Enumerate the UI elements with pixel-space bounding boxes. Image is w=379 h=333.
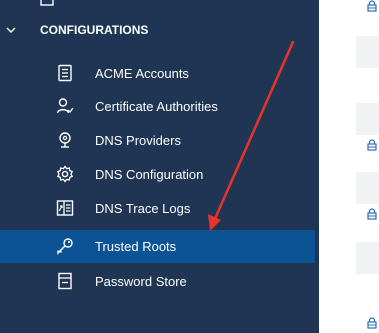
section-header-configurations[interactable]: CONFIGURATIONS (0, 16, 319, 44)
sidebar-item-dns-providers[interactable]: DNS Providers (0, 124, 315, 157)
lock-icon (367, 0, 377, 12)
sidebar-item-label: Password Store (95, 274, 187, 289)
location-pin-icon (59, 132, 71, 148)
lock-icon (367, 208, 377, 220)
table-row[interactable] (356, 103, 379, 135)
chevron-down-icon (6, 27, 16, 33)
sidebar: CONFIGURATIONS ACME Accounts Certificate… (0, 0, 319, 333)
trace-log-icon (56, 200, 74, 216)
password-store-icon (58, 272, 72, 290)
content-pane (319, 0, 379, 333)
partial-icon (40, 0, 54, 6)
table-row[interactable] (356, 172, 379, 204)
lock-icon (367, 139, 377, 151)
sidebar-item-label: DNS Trace Logs (95, 201, 191, 216)
sidebar-item-acme-accounts[interactable]: ACME Accounts (0, 57, 315, 90)
sidebar-item-label: DNS Configuration (95, 167, 204, 182)
sidebar-item-label: DNS Providers (95, 133, 181, 148)
section-title: CONFIGURATIONS (40, 23, 149, 37)
table-row[interactable] (356, 36, 379, 68)
sidebar-item-label: Trusted Roots (95, 239, 177, 254)
sidebar-item-certificate-authorities[interactable]: Certificate Authorities (0, 90, 315, 123)
sidebar-item-dns-trace-logs[interactable]: DNS Trace Logs (0, 192, 315, 225)
user-check-icon (56, 98, 74, 114)
gear-icon (56, 165, 74, 183)
sidebar-item-dns-configuration[interactable]: DNS Configuration (0, 158, 315, 191)
sidebar-item-trusted-roots[interactable]: Trusted Roots (0, 230, 315, 263)
sidebar-item-password-store[interactable]: Password Store (0, 265, 315, 298)
key-icon (57, 238, 73, 255)
document-list-icon (58, 64, 72, 82)
sidebar-item-label: Certificate Authorities (95, 99, 218, 114)
lock-icon (367, 317, 377, 329)
sidebar-item-label: ACME Accounts (95, 66, 189, 81)
table-row[interactable] (356, 242, 379, 274)
